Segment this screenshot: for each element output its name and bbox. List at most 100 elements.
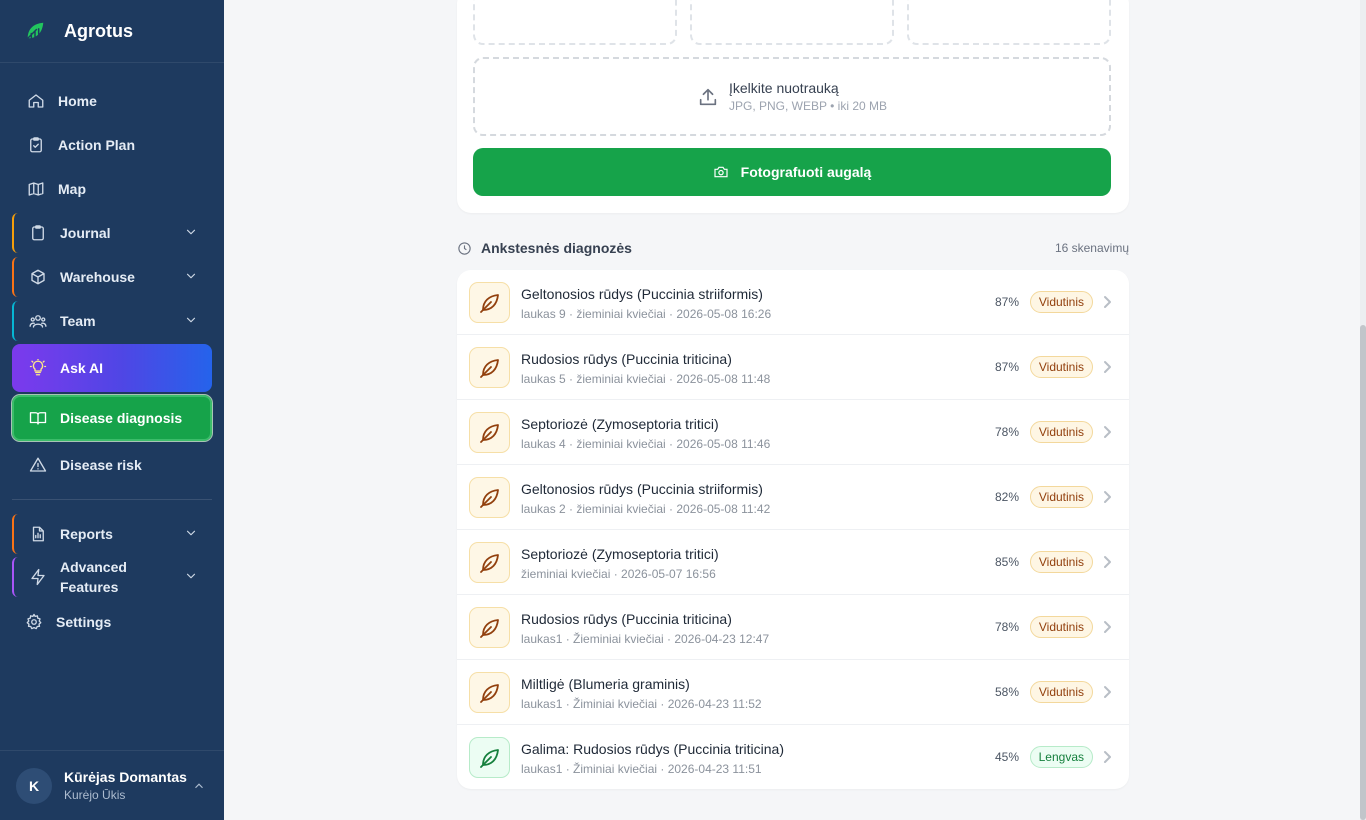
- severity-badge: Vidutinis: [1029, 551, 1093, 573]
- chevron-up-icon: [192, 779, 206, 798]
- severity-badge: Vidutinis: [1029, 681, 1093, 703]
- sidebar-item-action-plan[interactable]: Action Plan: [12, 125, 212, 165]
- diagnosis-title: Miltligė (Blumeria graminis): [521, 676, 690, 692]
- lightbulb-icon: [28, 358, 48, 378]
- confidence-percent: 78%: [994, 620, 1019, 634]
- chevron-down-icon: [184, 225, 198, 239]
- sidebar-item-label: Disease diagnosis: [60, 410, 183, 426]
- diagnosis-meta: laukas1 · Žieminiai kviečiai · 2026-04-2…: [521, 632, 770, 646]
- confidence-percent: 82%: [994, 490, 1019, 504]
- sidebar-item-label: Advanced Features: [60, 559, 127, 595]
- upload-hint: JPG, PNG, WEBP • iki 20 MB: [728, 99, 887, 113]
- diagnosis-row[interactable]: Septoriozė (Zymoseptoria tritici) žiemini…: [457, 530, 1129, 595]
- chevron-right-icon: [1101, 685, 1113, 704]
- diagnosis-title: Septoriozė (Zymoseptoria tritici): [521, 416, 719, 432]
- photo-slot[interactable]: [473, 0, 677, 45]
- diagnosis-meta: laukas1 · Žiminiai kviečiai · 2026-04-23…: [521, 762, 762, 776]
- diagnosis-title: Geltonosios rūdys (Puccinia striiformis): [521, 481, 763, 497]
- scan-count: 16 skenavimų: [1054, 241, 1129, 255]
- sidebar-item-disease-risk[interactable]: Disease risk: [12, 445, 212, 485]
- confidence-percent: 58%: [994, 685, 1019, 699]
- diagnosis-row[interactable]: Rudosios rūdys (Puccinia triticina) lauka…: [457, 595, 1129, 660]
- sidebar-item-label: Team: [60, 313, 96, 329]
- upload-title: Įkelkite nuotrauką: [728, 80, 839, 96]
- sidebar-item-label: Disease risk: [60, 457, 142, 473]
- chevron-down-icon: [184, 569, 198, 583]
- sidebar-item-journal[interactable]: Journal: [12, 213, 212, 253]
- diagnosis-meta: laukas 5 · žieminiai kviečiai · 2026-05-…: [521, 372, 771, 386]
- diagnosis-meta: žieminiai kviečiai · 2026-05-07 16:56: [521, 567, 716, 581]
- box-icon: [28, 267, 48, 287]
- sidebar-item-ask-ai[interactable]: Ask AI: [12, 344, 212, 392]
- leaf-icon: [469, 607, 510, 648]
- severity-badge: Lengvas: [1029, 746, 1093, 768]
- sidebar-item-home[interactable]: Home: [12, 81, 212, 121]
- severity-badge: Vidutinis: [1029, 356, 1093, 378]
- take-photo-button[interactable]: Fotografuoti augalą: [473, 148, 1111, 196]
- diagnosis-title: Galima: Rudosios rūdys (Puccinia tritici…: [521, 741, 784, 757]
- camera-icon: [714, 166, 728, 178]
- avatar: K: [16, 767, 52, 804]
- upload-icon: [697, 86, 719, 108]
- sidebar-item-team[interactable]: Team: [12, 301, 212, 341]
- sidebar-item-warehouse[interactable]: Warehouse: [12, 257, 212, 297]
- history-title: Ankstesnės diagnozės: [481, 240, 632, 256]
- leaf-logo-icon: [27, 22, 44, 39]
- diagnosis-title: Rudosios rūdys (Puccinia triticina): [521, 351, 732, 367]
- user-profile[interactable]: K Kūrėjas Domantas Kurėjo Ūkis: [0, 750, 224, 820]
- sidebar-item-reports[interactable]: Reports: [12, 514, 212, 554]
- photo-upload-dropzone[interactable]: Įkelkite nuotrauką JPG, PNG, WEBP • iki …: [473, 57, 1111, 136]
- diagnosis-row[interactable]: Galima: Rudosios rūdys (Puccinia tritici…: [457, 725, 1129, 789]
- diagnosis-row[interactable]: Geltonosios rūdys (Puccinia striiformis)…: [457, 270, 1129, 335]
- sidebar-item-label: Home: [58, 93, 97, 109]
- sidebar-item-settings[interactable]: Settings: [12, 602, 212, 642]
- sidebar-item-advanced-features[interactable]: Advanced Features: [12, 557, 212, 597]
- sidebar-item-disease-diagnosis[interactable]: Disease diagnosis: [11, 394, 213, 442]
- scrollbar-thumb[interactable]: [1360, 325, 1366, 820]
- diagnosis-title: Geltonosios rūdys (Puccinia striiformis): [521, 286, 763, 302]
- leaf-icon: [469, 412, 510, 453]
- take-photo-label: Fotografuoti augalą: [740, 164, 872, 180]
- leaf-icon: [469, 542, 510, 583]
- chevron-right-icon: [1101, 620, 1113, 639]
- users-icon: [28, 311, 48, 331]
- confidence-percent: 45%: [994, 750, 1019, 764]
- chevron-right-icon: [1101, 295, 1113, 314]
- confidence-percent: 87%: [994, 295, 1019, 309]
- map-icon: [26, 179, 46, 199]
- chevron-right-icon: [1101, 490, 1113, 509]
- severity-badge: Vidutinis: [1029, 616, 1093, 638]
- clipboard-icon: [28, 223, 48, 243]
- book-open-icon: [28, 408, 48, 428]
- photo-slot[interactable]: [907, 0, 1111, 45]
- chevron-down-icon: [184, 269, 198, 283]
- sidebar-item-map[interactable]: Map: [12, 169, 212, 209]
- sidebar: Agrotus Home Action Plan Map Journal War…: [0, 0, 224, 820]
- scrollbar[interactable]: [1360, 0, 1366, 820]
- sidebar-item-label: Map: [58, 181, 86, 197]
- sidebar-item-label: Warehouse: [60, 269, 135, 285]
- diagnosis-row[interactable]: Septoriozė (Zymoseptoria tritici) laukas …: [457, 400, 1129, 465]
- diagnosis-row[interactable]: Rudosios rūdys (Puccinia triticina) lauka…: [457, 335, 1129, 400]
- sidebar-divider: [12, 499, 212, 500]
- warning-triangle-icon: [28, 455, 48, 475]
- diagnosis-row[interactable]: Geltonosios rūdys (Puccinia striiformis)…: [457, 465, 1129, 530]
- chevron-down-icon: [184, 313, 198, 327]
- photo-slot[interactable]: [690, 0, 894, 45]
- diagnosis-meta: laukas 2 · žieminiai kviečiai · 2026-05-…: [521, 502, 771, 516]
- leaf-icon: [469, 672, 510, 713]
- history-list: Geltonosios rūdys (Puccinia striiformis)…: [457, 270, 1129, 789]
- sidebar-item-label: Journal: [60, 225, 111, 241]
- chevron-down-icon: [184, 526, 198, 540]
- diagnosis-row[interactable]: Miltligė (Blumeria graminis) laukas1 · Ži…: [457, 660, 1129, 725]
- home-icon: [26, 91, 46, 111]
- user-name: Kūrėjas Domantas: [64, 769, 187, 785]
- sidebar-item-label: Settings: [56, 614, 112, 630]
- diagnosis-title: Septoriozė (Zymoseptoria tritici): [521, 546, 719, 562]
- brand[interactable]: Agrotus: [0, 0, 224, 63]
- gear-icon: [24, 612, 44, 632]
- chevron-right-icon: [1101, 750, 1113, 769]
- leaf-icon: [469, 347, 510, 388]
- sidebar-item-label: Ask AI: [60, 360, 104, 376]
- chevron-right-icon: [1101, 360, 1113, 379]
